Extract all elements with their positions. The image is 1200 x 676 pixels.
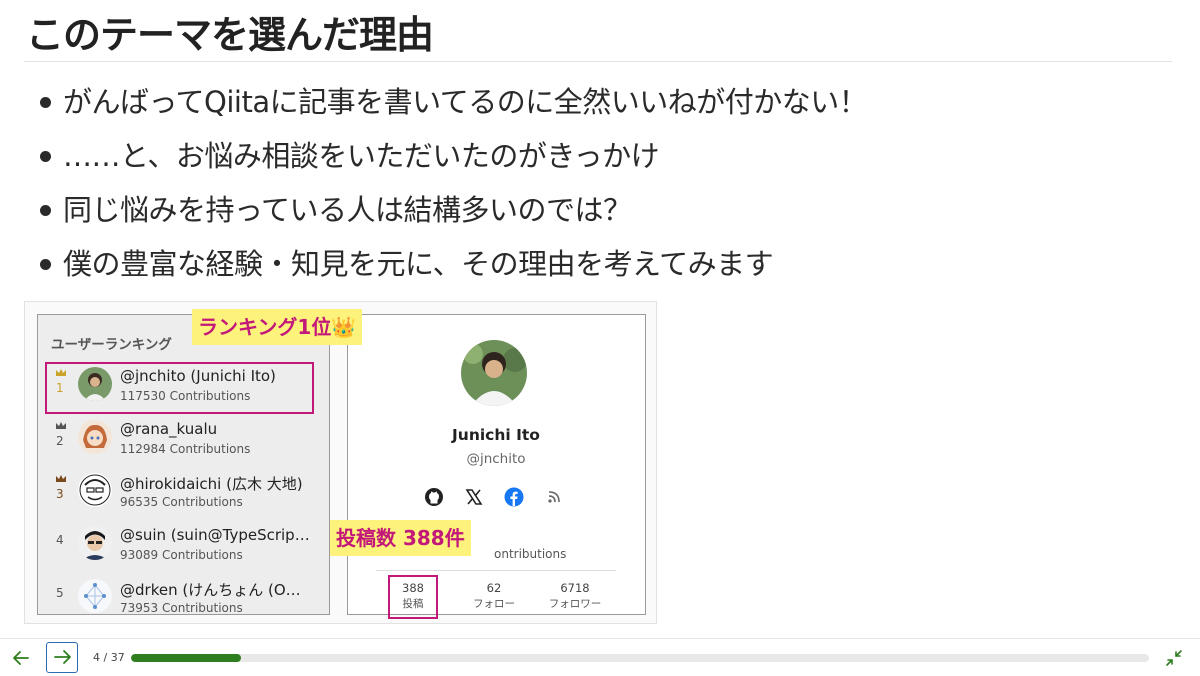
ranking-row[interactable]: 3 @hirokidaichi (広木 大地) 96535 Contributi… [46,465,322,517]
ranking-callout: ランキング1位👑 [192,309,363,345]
ranking-contributions: 93089 Contributions [120,548,243,562]
progress-fill [131,654,241,662]
ranking-username[interactable]: @hirokidaichi (広木 大地) [120,473,320,494]
exit-fullscreen-icon[interactable] [1164,648,1184,668]
profile-card: Junichi Ito @jnchito ontributions 388 投稿… [347,314,646,619]
title-divider [24,61,1172,62]
posts-highlight-box [388,575,438,619]
ranking-row[interactable]: 5 @drken (けんちょん (O… 73953 Contributions [46,571,322,623]
rank-number: 3 [56,487,64,501]
profile-divider [376,570,616,571]
silver-crown-icon [56,422,66,429]
profile-contributions: ontributions [494,547,567,561]
embedded-screenshot: ユーザーランキング 1 @jnchito (Junichi Ito) 11753… [24,301,657,624]
ranking-contributions: 112984 Contributions [120,442,251,456]
bullet-item: がんばってQiitaに記事を書いてるのに全然いいねが付かない！ [40,80,868,134]
stat-value: 6718 [560,581,590,595]
avatar[interactable] [78,420,112,454]
progress-bar[interactable] [131,654,1149,662]
user-ranking-panel: ユーザーランキング 1 @jnchito (Junichi Ito) 11753… [37,314,330,615]
ranking-row[interactable]: 4 @suin (suin@TypeScrip… 93089 Contribut… [46,518,322,570]
profile-name: Junichi Ito [452,426,540,444]
rank-highlight-box [45,362,314,414]
stat-following[interactable]: 62 フォロー [454,581,534,612]
ranking-contributions: 96535 Contributions [120,495,243,509]
bullet-item: 同じ悩みを持っている人は結構多いのでは？ [40,188,867,242]
ranking-username[interactable]: @drken (けんちょん (O… [120,579,320,600]
bullet-item: ……と、お悩み相談をいただいたのがきっかけ [40,134,867,188]
bronze-crown-icon [56,475,66,482]
prev-arrow-icon[interactable] [10,648,32,668]
profile-avatar [461,340,527,406]
next-arrow-icon [53,650,71,664]
posts-callout: 投稿数 388件 [330,520,471,556]
facebook-icon[interactable] [504,487,524,507]
footer-divider [0,638,1200,639]
ranking-username[interactable]: @suin (suin@TypeScrip… [120,526,320,544]
stat-label: フォロワー [548,598,602,610]
avatar[interactable] [78,526,112,560]
x-icon[interactable] [464,487,484,507]
avatar[interactable] [78,473,112,507]
bullet-list: がんばってQiitaに記事を書いてるのに全然いいねが付かない！ ……と、お悩み相… [40,80,868,296]
ranking-username[interactable]: @rana_kualu [120,420,320,438]
avatar[interactable] [78,579,112,613]
ranking-row[interactable]: 2 @rana_kualu 112984 Contributions [46,412,322,464]
next-slide-button[interactable] [46,642,78,673]
social-links [424,487,568,511]
rank-number: 4 [56,533,64,547]
stat-label: フォロー [473,598,515,610]
rank-number: 2 [56,434,64,448]
rank-number: 5 [56,586,64,600]
ranking-contributions: 73953 Contributions [120,601,243,615]
rss-icon[interactable] [544,487,564,507]
stat-value: 62 [486,581,502,595]
profile-handle: @jnchito [466,451,526,467]
ranking-title: ユーザーランキング [51,337,172,353]
stat-followers[interactable]: 6718 フォロワー [535,581,615,612]
bullet-item: 僕の豊富な経験・知見を元に、その理由を考えてみます [40,242,867,296]
page-indicator: 4 / 37 [93,651,125,664]
slide-title: このテーマを選んだ理由 [26,13,434,57]
github-icon[interactable] [424,487,444,507]
